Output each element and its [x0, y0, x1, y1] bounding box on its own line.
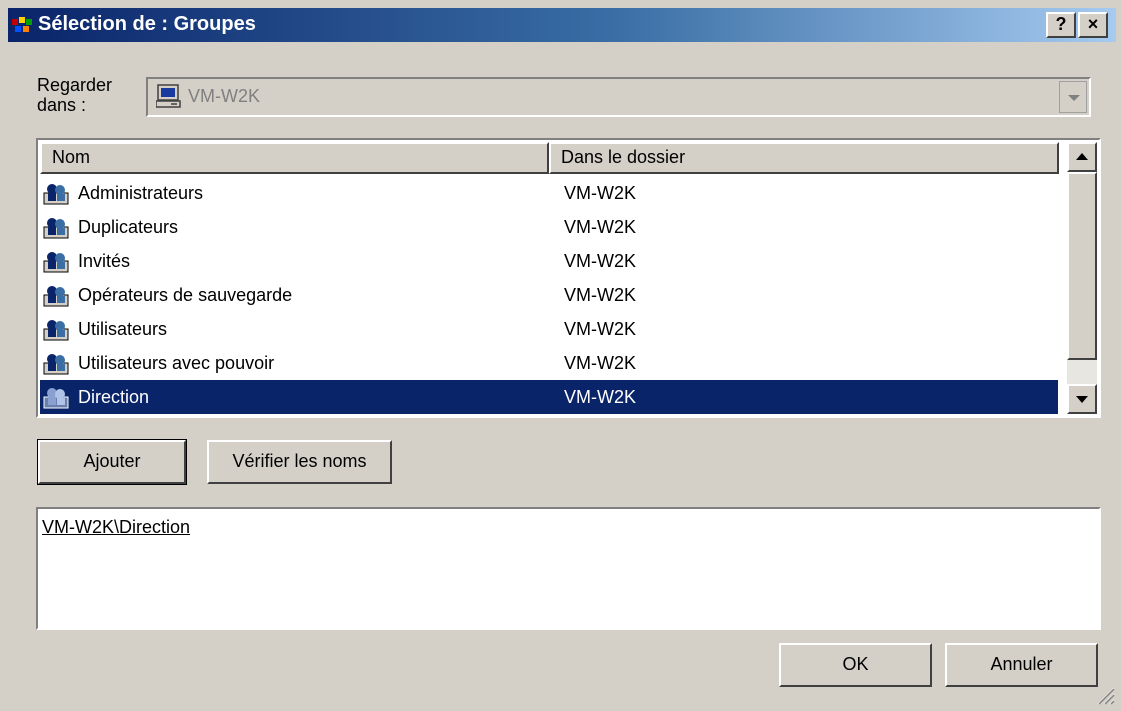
group-folder: VM-W2K [564, 251, 636, 271]
column-header-name[interactable]: Nom [40, 142, 549, 174]
group-name: Utilisateurs [78, 319, 168, 339]
group-folder: VM-W2K [564, 183, 636, 203]
group-icon [43, 286, 69, 307]
group-icon [43, 354, 69, 375]
group-name: Administrateurs [78, 183, 204, 203]
help-button[interactable]: ? [1046, 12, 1076, 38]
list-row[interactable]: Administrateurs VM-W2K [40, 176, 1058, 210]
list-scrollbar[interactable] [1067, 142, 1097, 414]
window-title: Sélection de : Groupes [38, 13, 256, 35]
scroll-up-arrow-icon[interactable] [1067, 142, 1097, 172]
group-icon [43, 184, 69, 205]
look-in-label-line1: Regarder [37, 75, 113, 95]
group-name: Invités [78, 251, 131, 271]
combobox-dropdown-arrow-icon[interactable] [1059, 81, 1087, 113]
group-name: Opérateurs de sauvegarde [78, 285, 293, 305]
title-bar[interactable]: Sélection de : Groupes ? × [8, 8, 1116, 42]
group-folder: VM-W2K [564, 353, 636, 373]
group-folder: VM-W2K [564, 285, 636, 305]
group-icon [43, 320, 69, 341]
groups-app-icon [12, 17, 32, 32]
ok-button[interactable]: OK [779, 643, 932, 687]
group-icon [43, 218, 69, 239]
group-icon [43, 252, 69, 273]
group-name: Utilisateurs avec pouvoir [78, 353, 275, 373]
selected-objects-field[interactable]: VM-W2K\Direction [36, 507, 1101, 630]
group-folder: VM-W2K [564, 319, 636, 339]
look-in-combobox[interactable]: VM-W2K [146, 77, 1091, 117]
groups-list[interactable]: Nom Dans le dossier Administrateurs VM-W… [36, 138, 1101, 418]
group-folder: VM-W2K [564, 217, 636, 237]
list-row[interactable]: Invités VM-W2K [40, 244, 1058, 278]
scroll-down-arrow-icon[interactable] [1067, 384, 1097, 414]
list-row[interactable]: Utilisateurs VM-W2K [40, 312, 1058, 346]
computer-icon [156, 84, 181, 108]
list-row[interactable]: Utilisateurs avec pouvoir VM-W2K [40, 346, 1058, 380]
group-name: Duplicateurs [78, 217, 179, 237]
check-names-button[interactable]: Vérifier les noms [207, 440, 392, 484]
add-button[interactable]: Ajouter [37, 439, 187, 485]
resize-grip-icon[interactable] [1095, 685, 1115, 705]
dialog-window: Sélection de : Groupes ? × Regarder dans… [0, 0, 1121, 711]
scrollbar-thumb[interactable] [1067, 172, 1097, 360]
list-row-selected[interactable]: Direction VM-W2K [40, 380, 1058, 414]
close-button[interactable]: × [1078, 12, 1108, 38]
look-in-label-line2: dans : [37, 95, 87, 115]
list-row[interactable]: Opérateurs de sauvegarde VM-W2K [40, 278, 1058, 312]
selected-object-link[interactable]: VM-W2K\Direction [42, 517, 190, 538]
group-icon [43, 388, 69, 409]
column-header-folder[interactable]: Dans le dossier [549, 142, 1059, 174]
group-folder: VM-W2K [564, 387, 636, 407]
look-in-value: VM-W2K [188, 86, 260, 106]
group-name: Direction [78, 387, 150, 407]
cancel-button[interactable]: Annuler [945, 643, 1098, 687]
list-row[interactable]: Duplicateurs VM-W2K [40, 210, 1058, 244]
